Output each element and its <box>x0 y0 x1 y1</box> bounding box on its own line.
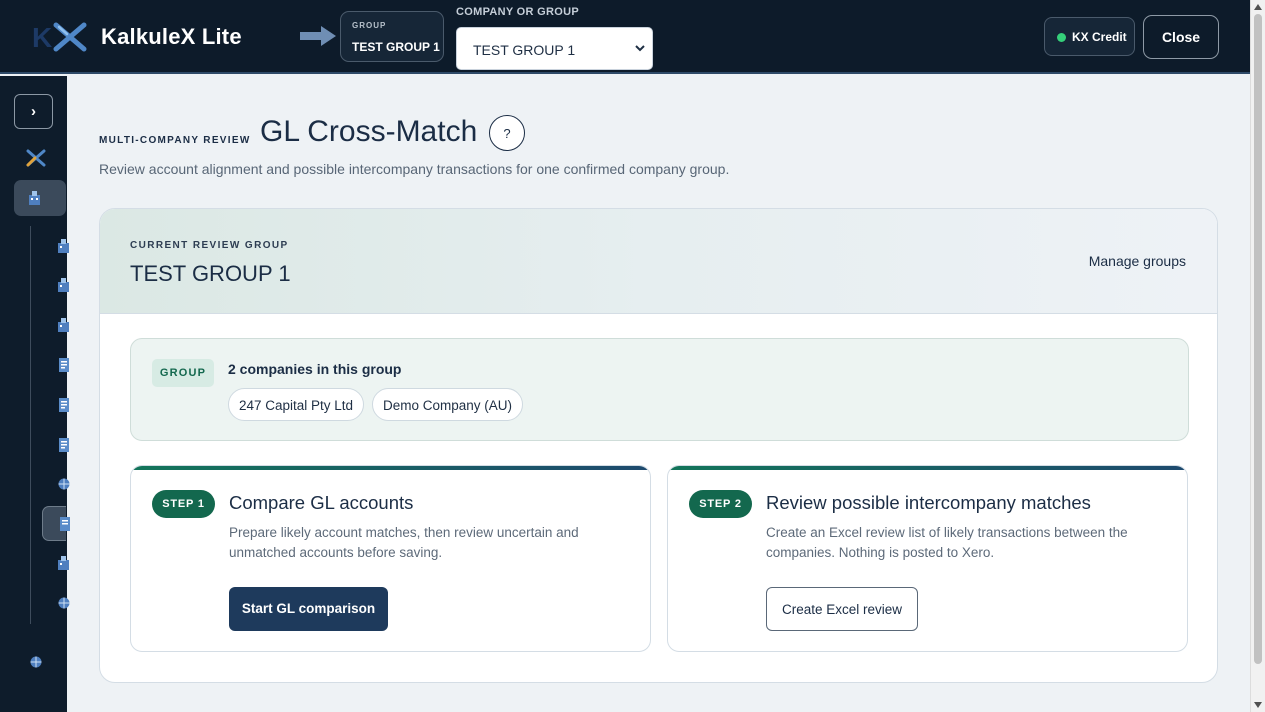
current-review-group-label: CURRENT REVIEW GROUP <box>130 240 289 251</box>
globe-icon[interactable] <box>57 595 70 611</box>
step-card-accent-bar <box>668 466 1187 470</box>
building-icon[interactable] <box>57 277 70 293</box>
scroll-up-icon[interactable] <box>1254 4 1262 10</box>
building-icon <box>29 191 40 205</box>
company-or-group-select[interactable]: TEST GROUP 1 <box>456 27 653 70</box>
svg-text:K: K <box>32 22 52 52</box>
step-badge: STEP 2 <box>689 490 752 518</box>
create-excel-review-button[interactable]: Create Excel review <box>766 587 918 631</box>
group-chip-label: GROUP <box>352 21 387 30</box>
sidebar-tree-line <box>30 226 31 624</box>
group-summary: GROUP 2 companies in this group 247 Capi… <box>130 338 1189 441</box>
manage-groups-link[interactable]: Manage groups <box>1089 253 1186 269</box>
current-review-group-name: TEST GROUP 1 <box>130 261 291 286</box>
step-badge-label: STEP 2 <box>699 498 742 510</box>
step-description: Create an Excel review list of likely tr… <box>766 525 1128 560</box>
company-count: 2 companies in this group <box>228 361 402 377</box>
company-pill: Demo Company (AU) <box>372 388 523 421</box>
group-tag-label: GROUP <box>159 367 207 379</box>
sidebar-item-selected[interactable] <box>42 506 70 541</box>
globe-icon[interactable] <box>29 654 42 670</box>
kx-credit-button[interactable]: KX Credit <box>1044 17 1135 56</box>
close-label: Close <box>1161 29 1201 45</box>
app-title: KalkuleX Lite <box>101 24 242 49</box>
company-or-group-label: COMPANY OR GROUP <box>456 6 579 18</box>
step-1-card: STEP 1 Compare GL accounts Prepare likel… <box>130 465 651 652</box>
page-title: GL Cross-Match <box>260 115 478 148</box>
chevron-right-icon: › <box>31 103 36 120</box>
button-label: Create Excel review <box>781 602 903 617</box>
step-title: Review possible intercompany matches <box>766 492 1091 513</box>
button-label: Start GL comparison <box>241 601 376 616</box>
step-badge: STEP 1 <box>152 490 215 518</box>
building-icon[interactable] <box>57 555 70 571</box>
status-dot-icon <box>1057 33 1066 42</box>
globe-icon[interactable] <box>57 476 70 492</box>
company-pill: 247 Capital Pty Ltd <box>228 388 364 421</box>
review-card: CURRENT REVIEW GROUP TEST GROUP 1 Manage… <box>99 208 1218 683</box>
sidebar-toggle-button[interactable]: › <box>14 94 53 129</box>
scroll-down-icon[interactable] <box>1254 702 1262 708</box>
document-icon[interactable] <box>57 437 70 453</box>
scroll-thumb[interactable] <box>1254 14 1262 664</box>
page-scrollbar[interactable] <box>1250 0 1265 712</box>
current-group-chip: GROUP TEST GROUP 1 <box>340 11 444 62</box>
company-pill-label: Demo Company (AU) <box>382 398 513 413</box>
page-subtitle: Review account alignment and possible in… <box>99 161 730 177</box>
help-icon: ? <box>503 126 511 141</box>
top-bar: K KalkuleX Lite GROUP TEST GROUP 1 COMPA… <box>0 0 1250 74</box>
chevron-down-icon <box>635 45 645 52</box>
sidebar: › <box>0 76 70 712</box>
review-card-header: CURRENT REVIEW GROUP TEST GROUP 1 Manage… <box>100 209 1217 314</box>
kalkulex-mini-logo-icon[interactable] <box>26 149 46 167</box>
close-button[interactable]: Close <box>1143 15 1219 59</box>
help-button[interactable]: ? <box>489 115 525 151</box>
step-title: Compare GL accounts <box>229 492 414 513</box>
kalkulex-logo: K <box>32 22 87 52</box>
kx-credit-label: KX Credit <box>1072 30 1127 44</box>
start-gl-comparison-button[interactable]: Start GL comparison <box>229 587 388 631</box>
building-icon[interactable] <box>57 317 70 333</box>
select-value: TEST GROUP 1 <box>473 42 576 58</box>
document-icon[interactable] <box>57 397 70 413</box>
step-badge-label: STEP 1 <box>162 498 205 510</box>
step-card-accent-bar <box>131 466 650 470</box>
page-eyebrow: MULTI-COMPANY REVIEW <box>99 135 251 146</box>
step-description: Prepare likely account matches, then rev… <box>229 525 579 560</box>
group-chip-value: TEST GROUP 1 <box>352 40 440 54</box>
document-icon[interactable] <box>57 357 70 373</box>
group-tag-badge: GROUP <box>152 359 214 387</box>
document-icon <box>60 517 70 531</box>
arrow-right-icon <box>300 26 336 46</box>
building-icon[interactable] <box>57 238 70 254</box>
step-2-card: STEP 2 Review possible intercompany matc… <box>667 465 1188 652</box>
sidebar-item-gl-cross-match[interactable] <box>14 180 66 216</box>
company-pill-label: 247 Capital Pty Ltd <box>238 398 354 413</box>
